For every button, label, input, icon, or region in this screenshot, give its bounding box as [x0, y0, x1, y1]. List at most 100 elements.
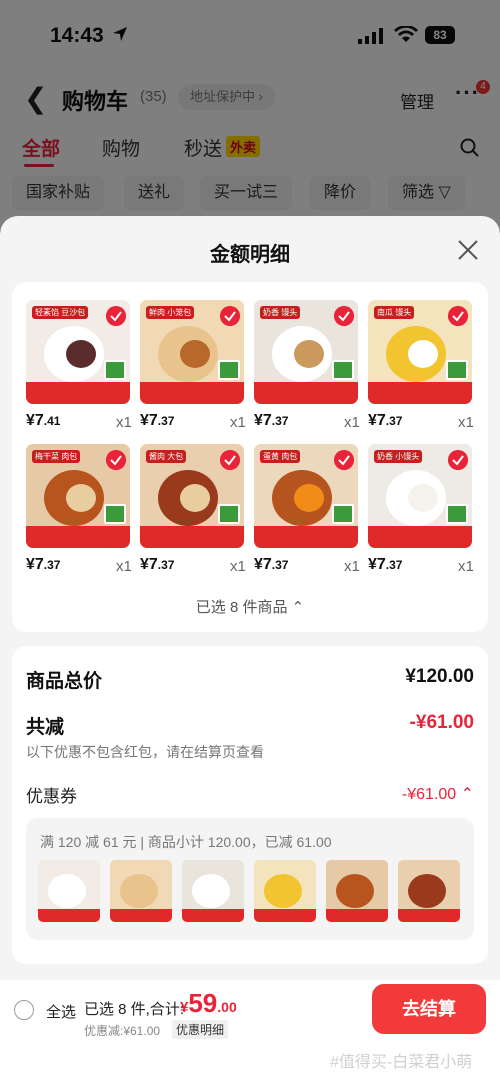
product-price: ¥7.37: [368, 556, 402, 574]
check-icon[interactable]: [334, 306, 354, 326]
promo-stripe: [26, 526, 130, 548]
price-summary-card: 商品总价 ¥120.00 共减 -¥61.00 以下优惠不包含红包，请在结算页查…: [12, 646, 488, 964]
product-item[interactable]: 蛋黄 肉包 ¥7.37 x1: [254, 444, 368, 584]
total-price-label: 商品总价: [26, 671, 103, 692]
product-quantity: x1: [116, 414, 132, 431]
check-icon[interactable]: [448, 306, 468, 326]
thumb-food: [120, 874, 158, 908]
price-integer: ¥7: [26, 412, 44, 429]
product-tag: 奶香 馒头: [260, 306, 301, 319]
thumb-stripe: [398, 909, 460, 922]
product-quantity: x1: [458, 558, 474, 575]
product-item[interactable]: 奶香 馒头 ¥7.37 x1: [254, 300, 368, 440]
product-image: 鲜肉 小笼包: [140, 300, 244, 404]
product-quantity: x1: [344, 414, 360, 431]
checkout-button[interactable]: 去结算: [372, 984, 486, 1034]
product-price: ¥7.37: [254, 412, 288, 430]
product-item[interactable]: 奶香 小馒头 ¥7.37 x1: [368, 444, 482, 584]
package-icon: [218, 504, 240, 524]
product-list-card: 轻素馅 豆沙包 ¥7.41 x1 鲜肉 小笼包 ¥7.37 x1 奶香 馒头 ¥7.37 x1 南…: [12, 282, 488, 632]
selected-items-toggle[interactable]: 已选 8 件商品 ⌃: [12, 596, 488, 617]
package-icon: [332, 504, 354, 524]
package-icon: [104, 504, 126, 524]
selected-summary: 已选 8 件,合计:: [84, 1001, 185, 1018]
total-integer: 59: [188, 988, 218, 1018]
filling-shape: [408, 484, 438, 512]
filling-shape: [294, 340, 324, 368]
chevron-up-icon: ⌃: [291, 599, 305, 616]
promo-stripe: [140, 526, 244, 548]
product-quantity: x1: [344, 558, 360, 575]
promo-stripe: [254, 382, 358, 404]
product-item[interactable]: 南瓜 馒头 ¥7.37 x1: [368, 300, 482, 440]
close-icon[interactable]: [454, 236, 482, 264]
price-decimal: .37: [385, 414, 403, 428]
total-reduction-value: -¥61.00: [409, 712, 474, 733]
promo-stripe: [140, 382, 244, 404]
check-icon[interactable]: [106, 450, 126, 470]
product-price: ¥7.37: [140, 556, 174, 574]
coupon-toggle[interactable]: -¥61.00 ⌃: [402, 784, 474, 804]
package-icon: [446, 360, 468, 380]
thumb-stripe: [110, 909, 172, 922]
product-item[interactable]: 轻素馅 豆沙包 ¥7.41 x1: [26, 300, 140, 440]
price-integer: ¥7: [140, 556, 158, 573]
product-item[interactable]: 梅干菜 肉包 ¥7.37 x1: [26, 444, 140, 584]
price-decimal: .37: [385, 558, 403, 572]
selected-items-text: 已选 8 件商品: [195, 599, 288, 616]
product-tag: 南瓜 馒头: [374, 306, 415, 319]
chevron-up-icon: ⌃: [460, 786, 474, 803]
thumb-food: [408, 874, 446, 908]
select-all-checkbox[interactable]: [14, 1000, 34, 1020]
promo-stripe: [368, 382, 472, 404]
product-item[interactable]: 鲜肉 小笼包 ¥7.37 x1: [140, 300, 254, 440]
product-tag: 鲜肉 小笼包: [146, 306, 195, 319]
thumb-food: [336, 874, 374, 908]
product-tag: 轻素馅 豆沙包: [32, 306, 89, 319]
check-icon[interactable]: [220, 450, 240, 470]
package-icon: [446, 504, 468, 524]
product-image: 南瓜 馒头: [368, 300, 472, 404]
product-price: ¥7.37: [368, 412, 402, 430]
price-integer: ¥7: [26, 556, 44, 573]
coupon-value: -¥61.00: [401, 786, 457, 803]
product-image: 轻素馅 豆沙包: [26, 300, 130, 404]
coupon-label: 优惠券: [26, 787, 77, 806]
coupon-description: 满 120 减 61 元 | 商品小计 120.00，已减 61.00: [40, 834, 332, 850]
filling-shape: [180, 340, 210, 368]
check-icon[interactable]: [334, 450, 354, 470]
discount-detail-button[interactable]: 优惠明细: [172, 1020, 229, 1039]
filling-shape: [180, 484, 210, 512]
thumb-stripe: [254, 909, 316, 922]
reduction-hint: 以下优惠不包含红包，请在结算页查看: [26, 744, 264, 760]
thumb-food: [48, 874, 86, 908]
check-icon[interactable]: [448, 450, 468, 470]
coupon-thumbnail: [182, 860, 244, 922]
check-icon[interactable]: [106, 306, 126, 326]
price-integer: ¥7: [254, 556, 272, 573]
product-price: ¥7.37: [26, 556, 60, 574]
product-image: 酱肉 大包: [140, 444, 244, 548]
product-price: ¥7.37: [254, 556, 288, 574]
select-all-label[interactable]: 全选: [46, 1001, 76, 1022]
checkout-total: ¥59.00: [180, 988, 237, 1019]
price-decimal: .37: [271, 558, 289, 572]
filling-shape: [408, 340, 438, 368]
product-price: ¥7.41: [26, 412, 60, 430]
coupon-thumbnail: [398, 860, 460, 922]
promo-stripe: [26, 382, 130, 404]
sheet-title: 金额明细: [210, 244, 290, 266]
price-integer: ¥7: [140, 412, 158, 429]
total-decimal: .00: [217, 999, 237, 1015]
check-icon[interactable]: [220, 306, 240, 326]
product-item[interactable]: 酱肉 大包 ¥7.37 x1: [140, 444, 254, 584]
watermark-text: #值得买-白菜君小萌: [330, 1054, 473, 1071]
coupon-thumbnail: [110, 860, 172, 922]
thumb-food: [264, 874, 302, 908]
filling-shape: [66, 340, 96, 368]
coupon-thumbnail: [326, 860, 388, 922]
total-price-value: ¥120.00: [405, 666, 474, 687]
product-tag: 奶香 小馒头: [374, 450, 423, 463]
filling-shape: [294, 484, 324, 512]
coupon-thumbnail: [38, 860, 100, 922]
